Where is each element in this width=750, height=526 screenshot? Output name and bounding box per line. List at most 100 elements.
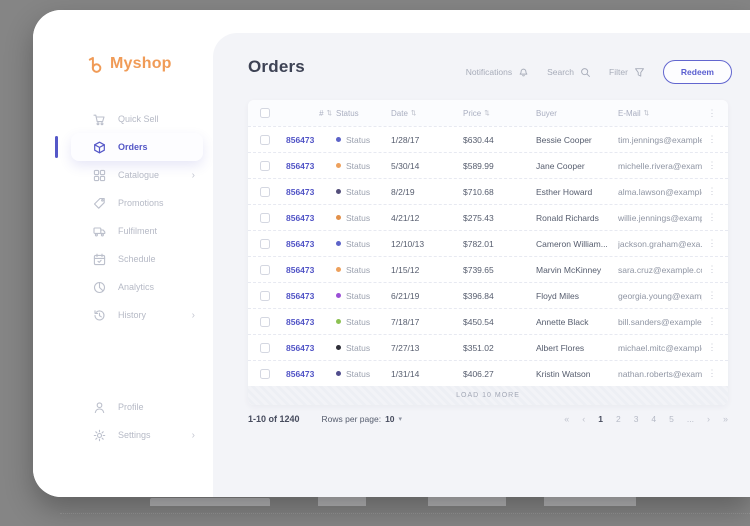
- buyer-cell: Floyd Miles: [536, 291, 618, 301]
- sidebar-item-orders[interactable]: Orders: [71, 133, 203, 161]
- last-page-button[interactable]: »: [723, 414, 728, 424]
- sidebar-item-label: Schedule: [118, 254, 195, 264]
- sidebar-item-fulfilment[interactable]: Fulfilment: [71, 217, 203, 245]
- row-checkbox[interactable]: [260, 369, 270, 379]
- order-id-link[interactable]: 856473: [286, 161, 336, 171]
- sidebar-item-profile[interactable]: Profile: [71, 393, 203, 421]
- row-menu-icon[interactable]: ⋮: [702, 160, 722, 171]
- rows-per-page-value: 10: [385, 414, 394, 424]
- filter-button[interactable]: Filter: [609, 67, 645, 78]
- row-menu-icon[interactable]: ⋮: [702, 134, 722, 145]
- row-checkbox[interactable]: [260, 135, 270, 145]
- sidebar-item-history[interactable]: History ›: [71, 301, 203, 329]
- header-menu-icon[interactable]: ⋮: [702, 108, 722, 119]
- page-button-1[interactable]: 1: [598, 414, 603, 424]
- order-id-link[interactable]: 856473: [286, 369, 336, 379]
- status-cell: Status: [336, 213, 391, 223]
- page-button-3[interactable]: 3: [634, 414, 639, 424]
- load-more-button[interactable]: LOAD 10 MORE: [248, 386, 728, 405]
- row-menu-icon[interactable]: ⋮: [702, 342, 722, 353]
- column-header-price[interactable]: Price ⇅: [463, 109, 536, 118]
- page-button-2[interactable]: 2: [616, 414, 621, 424]
- column-header-buyer[interactable]: Buyer: [536, 109, 618, 118]
- row-checkbox[interactable]: [260, 317, 270, 327]
- order-id-link[interactable]: 856473: [286, 213, 336, 223]
- background-artifact: [544, 496, 636, 506]
- status-label: Status: [346, 187, 370, 197]
- status-cell: Status: [336, 343, 391, 353]
- sidebar-item-label: Fulfilment: [118, 226, 195, 236]
- email-cell: michael.mitc@example...: [618, 343, 702, 353]
- sort-icon: ⇅: [411, 109, 416, 117]
- order-id-link[interactable]: 856473: [286, 187, 336, 197]
- row-menu-icon[interactable]: ⋮: [702, 368, 722, 379]
- column-header-date[interactable]: Date ⇅: [391, 109, 463, 118]
- date-cell: 7/27/13: [391, 343, 463, 353]
- orders-table: # ⇅ Status Date ⇅ Price ⇅ Bu: [248, 100, 728, 405]
- status-cell: Status: [336, 239, 391, 249]
- filter-label: Filter: [609, 67, 628, 77]
- row-checkbox[interactable]: [260, 291, 270, 301]
- email-cell: willie.jennings@exampl...: [618, 213, 702, 223]
- page-button-5[interactable]: 5: [669, 414, 674, 424]
- row-menu-icon[interactable]: ⋮: [702, 264, 722, 275]
- column-header-id[interactable]: # ⇅: [286, 109, 336, 118]
- status-label: Status: [346, 317, 370, 327]
- sidebar-item-schedule[interactable]: Schedule: [71, 245, 203, 273]
- table-row: 856473 Status 1/31/14 $406.27 Kristin Wa…: [248, 360, 728, 386]
- order-id-link[interactable]: 856473: [286, 135, 336, 145]
- select-all-checkbox[interactable]: [260, 108, 270, 118]
- table-row: 856473 Status 8/2/19 $710.68 Esther Howa…: [248, 178, 728, 204]
- table-row: 856473 Status 7/27/13 $351.02 Albert Flo…: [248, 334, 728, 360]
- row-menu-icon[interactable]: ⋮: [702, 290, 722, 301]
- row-checkbox[interactable]: [260, 239, 270, 249]
- row-menu-icon[interactable]: ⋮: [702, 316, 722, 327]
- sidebar-item-quick-sell[interactable]: Quick Sell: [71, 105, 203, 133]
- sidebar-item-label: Orders: [118, 142, 195, 152]
- chevron-right-icon: ›: [192, 430, 195, 441]
- next-page-button[interactable]: ›: [707, 414, 710, 424]
- status-dot: [336, 371, 341, 376]
- status-dot: [336, 319, 341, 324]
- date-cell: 7/18/17: [391, 317, 463, 327]
- row-checkbox[interactable]: [260, 265, 270, 275]
- background-artifact: [318, 496, 366, 506]
- sidebar-item-analytics[interactable]: Analytics: [71, 273, 203, 301]
- price-cell: $351.02: [463, 343, 536, 353]
- price-cell: $782.01: [463, 239, 536, 249]
- column-header-status[interactable]: Status: [336, 109, 391, 118]
- rows-per-page-select[interactable]: Rows per page: 10 ▾: [322, 414, 403, 424]
- search-button[interactable]: Search: [547, 67, 591, 78]
- order-id-link[interactable]: 856473: [286, 343, 336, 353]
- notifications-button[interactable]: Notifications: [466, 66, 529, 78]
- logo[interactable]: Myshop: [86, 54, 172, 74]
- sidebar-item-settings[interactable]: Settings ›: [71, 421, 203, 449]
- status-label: Status: [346, 291, 370, 301]
- row-checkbox[interactable]: [260, 343, 270, 353]
- row-menu-icon[interactable]: ⋮: [702, 186, 722, 197]
- status-cell: Status: [336, 187, 391, 197]
- row-checkbox[interactable]: [260, 187, 270, 197]
- prev-page-button[interactable]: ‹: [582, 414, 585, 424]
- column-label: E-Mail: [618, 109, 641, 118]
- order-id-link[interactable]: 856473: [286, 265, 336, 275]
- pagination-bar: 1-10 of 1240 Rows per page: 10 ▾ « ‹ 1 2…: [248, 414, 728, 424]
- row-checkbox[interactable]: [260, 213, 270, 223]
- user-icon: [93, 401, 106, 414]
- row-checkbox[interactable]: [260, 161, 270, 171]
- sidebar-item-catalogue[interactable]: Catalogue ›: [71, 161, 203, 189]
- order-id-link[interactable]: 856473: [286, 317, 336, 327]
- first-page-button[interactable]: «: [564, 414, 569, 424]
- order-id-link[interactable]: 856473: [286, 239, 336, 249]
- column-header-email[interactable]: E-Mail ⇅: [618, 109, 702, 118]
- row-menu-icon[interactable]: ⋮: [702, 238, 722, 249]
- sidebar-item-promotions[interactable]: Promotions: [71, 189, 203, 217]
- redeem-button[interactable]: Redeem: [663, 60, 732, 84]
- order-id-link[interactable]: 856473: [286, 291, 336, 301]
- buyer-cell: Annette Black: [536, 317, 618, 327]
- page-button-4[interactable]: 4: [651, 414, 656, 424]
- sort-icon: ⇅: [484, 109, 489, 117]
- row-menu-icon[interactable]: ⋮: [702, 212, 722, 223]
- status-dot: [336, 293, 341, 298]
- table-header-row: # ⇅ Status Date ⇅ Price ⇅ Bu: [248, 100, 728, 126]
